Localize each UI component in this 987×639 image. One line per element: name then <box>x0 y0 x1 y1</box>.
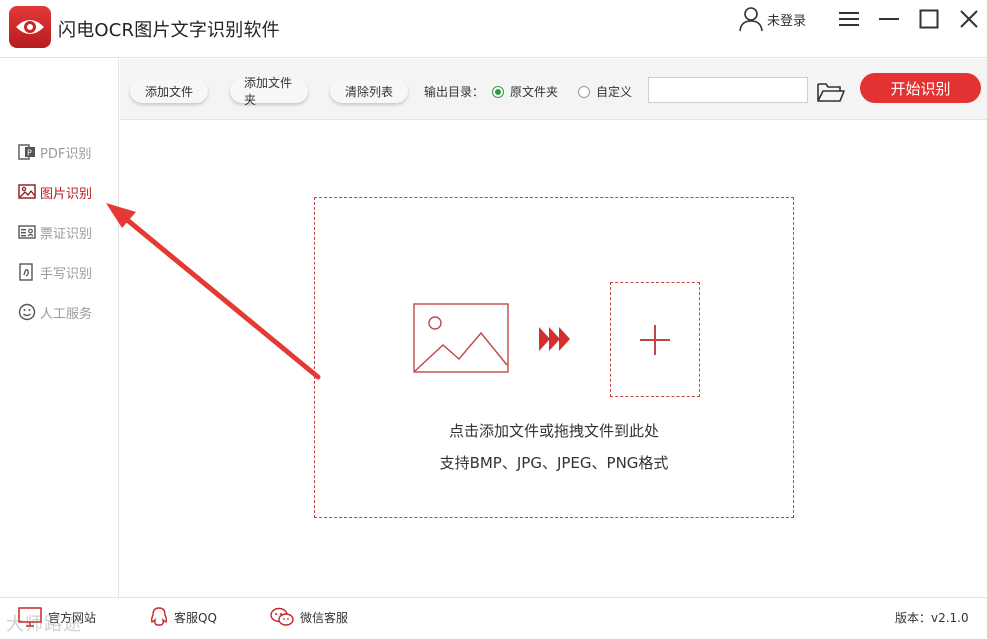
clear-list-button[interactable]: 清除列表 <box>330 79 408 103</box>
maximize-button[interactable] <box>916 6 942 32</box>
radio-label: 自定义 <box>596 85 633 99</box>
radio-selected-indicator <box>492 85 504 98</box>
radio-custom-folder[interactable]: 自定义 <box>578 83 632 100</box>
qq-label: 客服QQ <box>174 610 217 625</box>
qq-penguin-icon <box>150 607 168 626</box>
drop-hint-text: 点击添加文件或拖拽文件到此处 <box>448 422 659 440</box>
app-title: 闪电OCR图片文字识别软件 <box>58 20 280 41</box>
sidebar-item-label: 人工服务 <box>40 306 93 322</box>
app-logo-icon <box>9 6 51 48</box>
radio-label: 原文件夹 <box>510 85 559 99</box>
sidebar-item-image[interactable]: 图片识别 <box>18 181 92 203</box>
user-icon <box>739 7 763 32</box>
plus-icon <box>640 324 670 355</box>
sidebar-item-label: 图片识别 <box>40 186 93 202</box>
sidebar-item-manual-service[interactable]: 人工服务 <box>18 301 92 323</box>
add-file-button[interactable]: 添加文件 <box>130 79 208 103</box>
output-path-input[interactable] <box>648 77 808 103</box>
browse-folder-button[interactable] <box>816 79 846 105</box>
watermark-text: 大师路途 <box>6 614 82 635</box>
supported-formats-text: 支持BMP、JPG、JPEG、PNG格式 <box>439 454 669 472</box>
sidebar-item-label: 手写识别 <box>40 266 93 282</box>
customer-service-qq-link[interactable]: 客服QQ <box>150 606 217 628</box>
footer: 官方网站 客服QQ 微信客服 版本：v2.1.0 大师路途 <box>0 597 987 639</box>
output-directory-label: 输出目录： <box>424 85 485 99</box>
fast-forward-icon <box>539 327 570 351</box>
hamburger-menu-icon <box>839 12 859 26</box>
close-icon <box>960 10 978 28</box>
image-icon <box>18 184 36 199</box>
close-button[interactable] <box>956 6 982 32</box>
pdf-icon: P <box>18 144 35 160</box>
minimize-icon <box>879 18 899 20</box>
login-status-label: 未登录 <box>767 13 807 29</box>
radio-original-folder[interactable]: 原文件夹 <box>492 83 558 100</box>
sidebar-item-handwriting[interactable]: 手写识别 <box>18 261 92 283</box>
sidebar: P PDF识别 图片识别 票证识别 手写识别 人工服务 <box>0 59 119 597</box>
file-drop-zone[interactable]: 点击添加文件或拖拽文件到此处 支持BMP、JPG、JPEG、PNG格式 <box>314 197 794 518</box>
image-placeholder-icon <box>413 303 509 373</box>
title-bar: 闪电OCR图片文字识别软件 未登录 <box>0 0 987 58</box>
smiley-icon <box>18 303 36 321</box>
wechat-service-link[interactable]: 微信客服 <box>270 606 348 628</box>
add-file-area[interactable] <box>610 282 700 397</box>
wechat-label: 微信客服 <box>300 610 349 625</box>
open-folder-icon <box>817 83 845 102</box>
add-folder-button[interactable]: 添加文件夹 <box>230 76 308 107</box>
svg-text:P: P <box>27 149 32 158</box>
menu-button[interactable] <box>836 6 862 32</box>
wechat-icon <box>270 607 294 626</box>
minimize-button[interactable] <box>876 6 902 32</box>
login-button[interactable]: 未登录 <box>738 6 806 32</box>
id-card-icon <box>18 225 36 239</box>
sidebar-item-label: 票证识别 <box>40 226 93 242</box>
radio-unselected-indicator <box>578 85 590 98</box>
maximize-icon <box>919 9 939 29</box>
start-recognition-button[interactable]: 开始识别 <box>860 73 981 103</box>
sidebar-item-label: PDF识别 <box>40 146 92 162</box>
handwriting-icon <box>19 263 33 281</box>
sidebar-item-ticket[interactable]: 票证识别 <box>18 221 92 243</box>
sidebar-item-pdf[interactable]: P PDF识别 <box>18 141 91 163</box>
version-label: 版本：v2.1.0 <box>895 611 969 625</box>
toolbar: 添加文件 添加文件夹 清除列表 输出目录： 原文件夹 自定义 开始识别 <box>120 59 987 120</box>
